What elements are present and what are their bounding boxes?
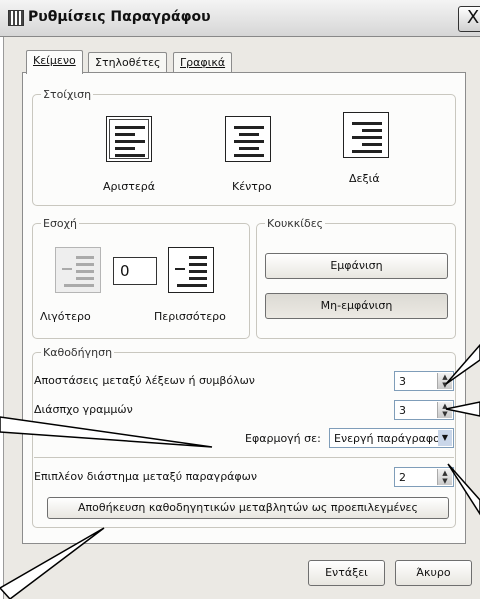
callout-pointer-word-spacing	[445, 343, 480, 385]
callout-lines	[0, 343, 480, 599]
tab-text[interactable]: Κείμενο	[26, 50, 83, 74]
callout-pointer-paragraph-spacing	[447, 463, 480, 516]
callout-pointer-save-defaults	[0, 527, 105, 599]
callout-pointer-line-spacing	[445, 401, 480, 417]
callout-pointer-apply-to	[0, 416, 213, 448]
tab-text-label: Κείμενο	[33, 54, 76, 67]
paragraph-settings-dialog: Ρυθμίσεις Παραγράφου X Κείμενο Στηλοθέτε…	[0, 0, 480, 599]
